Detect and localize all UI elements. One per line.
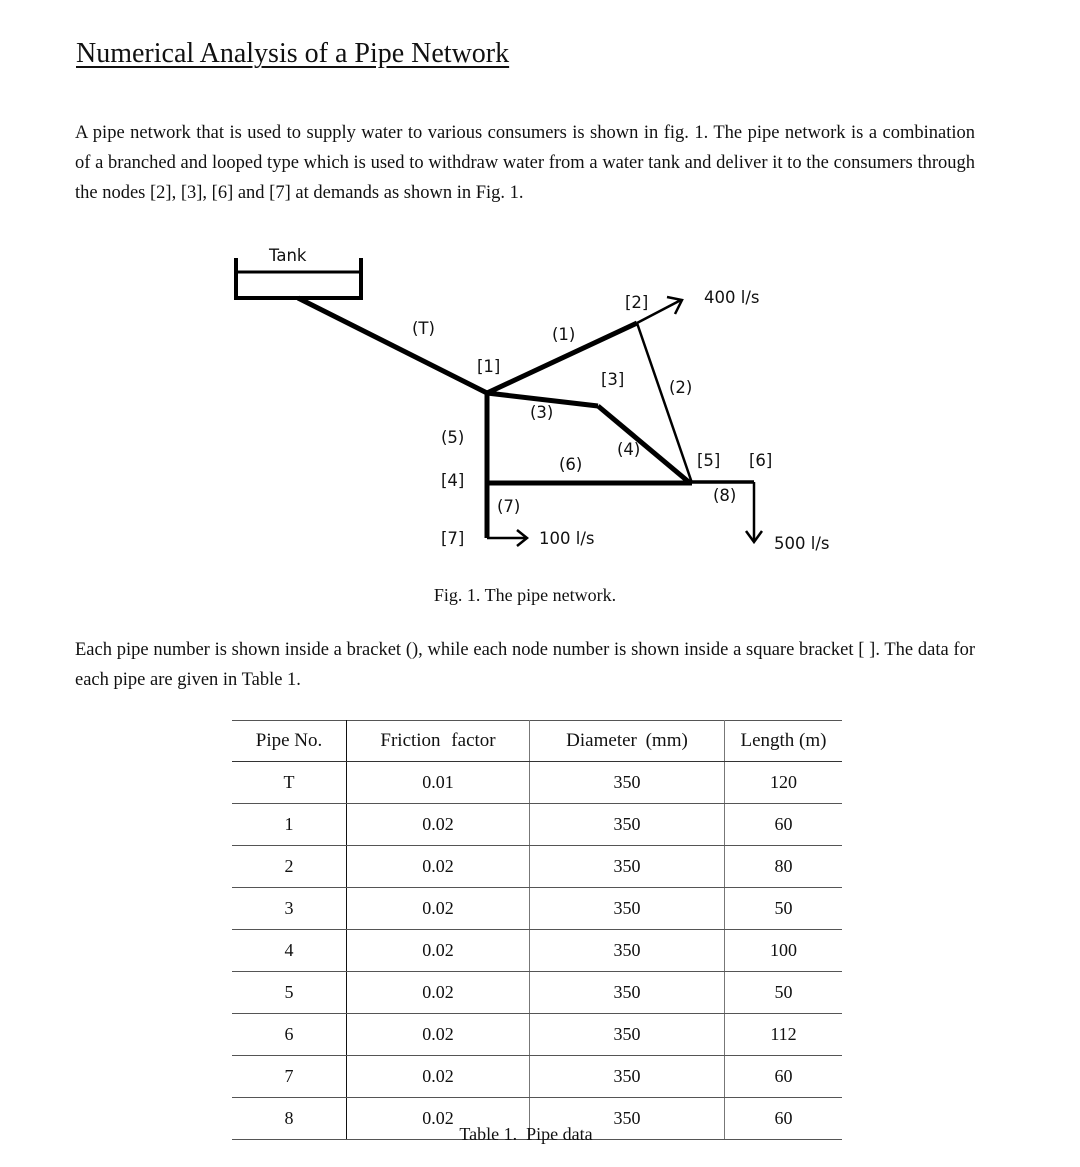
cell-pipe-no: T [232,761,347,804]
cell-diameter: 350 [529,1055,725,1098]
cell-length: 50 [724,887,842,930]
header-friction-factor: Friction factor [346,720,530,762]
pipe-label-4: (4) [617,440,641,459]
intro-paragraph: A pipe network that is used to supply wa… [75,123,975,203]
header-diameter: Diameter (mm) [529,720,725,762]
pipe-label-1: (1) [552,325,576,344]
legend-paragraph: Each pipe number is shown inside a brack… [75,640,975,690]
cell-diameter: 350 [529,1013,725,1056]
table-row: 3 0.02 350 50 [232,887,842,930]
pipe-4 [596,404,692,485]
demand-arrow-node6 [744,482,764,545]
pipe-label-6: (6) [559,455,583,474]
node-label-4: [4] [441,471,465,490]
header-length: Length (m) [724,720,842,762]
cell-length: 100 [724,929,842,972]
cell-length: 112 [724,1013,842,1056]
cell-length: 80 [724,845,842,888]
tank-label: Tank [269,246,307,265]
table-caption: Table 1. Pipe data [459,1124,593,1144]
cell-diameter: 350 [529,929,725,972]
cell-length: 60 [724,803,842,846]
cell-friction-factor: 0.01 [346,761,530,804]
cell-pipe-no: 1 [232,803,347,846]
demand-label-node7: 100 l/s [539,529,595,548]
table-row: 5 0.02 350 50 [232,971,842,1014]
pipe-T [296,295,489,396]
cell-pipe-no: 7 [232,1055,347,1098]
demand-label-node2: 400 l/s [704,288,760,307]
cell-diameter: 350 [529,761,725,804]
cell-friction-factor: 0.02 [346,845,530,888]
cell-pipe-no: 3 [232,887,347,930]
cell-diameter: 350 [529,971,725,1014]
node-label-6: [6] [749,451,773,470]
cell-pipe-no: 6 [232,1013,347,1056]
tank-icon [234,258,363,300]
table-body: T 0.01 350 120 1 0.02 350 60 2 0.02 350 80 3 0.02 350 5… [232,761,842,1140]
demand-label-node6: 500 l/s [774,534,830,553]
cell-friction-factor: 0.02 [346,1055,530,1098]
table-row: 6 0.02 350 112 [232,1013,842,1056]
table-row: T 0.01 350 120 [232,761,842,804]
node-label-1: [1] [477,357,501,376]
pipe-network-figure: Tank (T) (1) (2) (3) (4) (5) (6) (7) (8)… [0,240,1080,580]
pipe-label-5: (5) [441,428,465,447]
cell-diameter: 350 [529,803,725,846]
cell-friction-factor: 0.02 [346,1013,530,1056]
cell-friction-factor: 0.02 [346,971,530,1014]
cell-diameter: 350 [529,887,725,930]
demand-arrow-node7 [487,529,530,547]
cell-length: 120 [724,761,842,804]
cell-length: 50 [724,971,842,1014]
table-header-row: Pipe No. Friction factor Diameter (mm) L… [232,720,842,762]
cell-pipe-no: 2 [232,845,347,888]
cell-pipe-no: 5 [232,971,347,1014]
document-title: Numerical Analysis of a Pipe Network [76,38,510,69]
pipe-label-T: (T) [412,319,435,338]
node-label-5: [5] [697,451,721,470]
cell-diameter: 350 [529,845,725,888]
node-label-3: [3] [601,370,625,389]
cell-friction-factor: 0.02 [346,803,530,846]
node-label-7: [7] [441,529,465,548]
pipe-label-3: (3) [530,403,554,422]
table-row: 2 0.02 350 80 [232,845,842,888]
figure-caption: Fig. 1. The pipe network. [433,585,617,605]
pipe-label-2: (2) [669,378,693,397]
pipe-data-table: Pipe No. Friction factor Diameter (mm) L… [232,720,842,1140]
table-row: 4 0.02 350 100 [232,929,842,972]
cell-friction-factor: 0.02 [346,929,530,972]
table-row: 7 0.02 350 60 [232,1055,842,1098]
pipe-label-7: (7) [497,497,521,516]
cell-pipe-no: 4 [232,929,347,972]
node-label-2: [2] [625,293,649,312]
table-row: 1 0.02 350 60 [232,803,842,846]
header-pipe-no: Pipe No. [232,720,347,762]
pipe-label-8: (8) [713,486,737,505]
cell-friction-factor: 0.02 [346,887,530,930]
cell-length: 60 [724,1055,842,1098]
